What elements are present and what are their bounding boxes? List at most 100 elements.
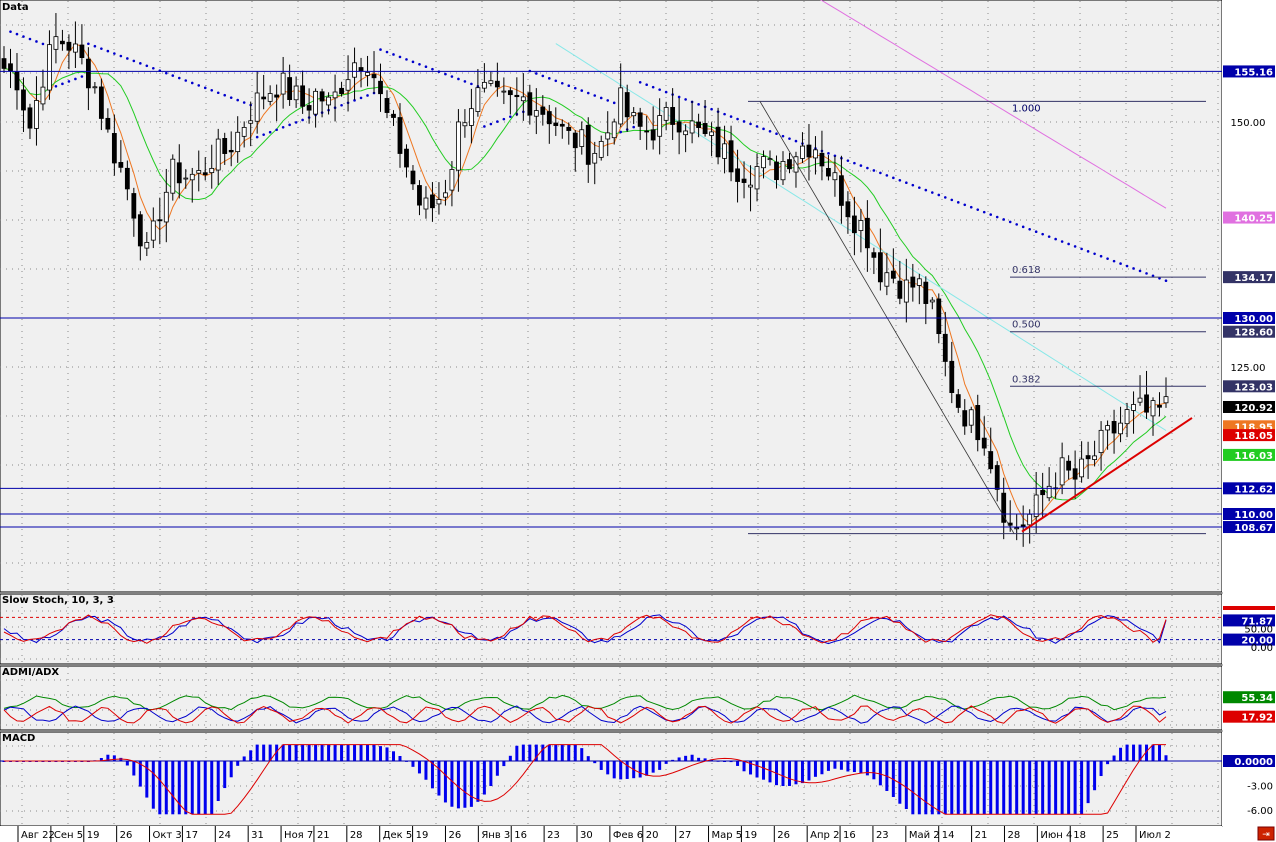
sar-dot	[489, 122, 493, 126]
candle-body	[391, 113, 396, 118]
macd-bar	[976, 761, 980, 815]
sar-dot	[340, 103, 343, 107]
candle-body	[326, 96, 331, 106]
candle-body	[371, 74, 377, 79]
macd-bar	[917, 761, 921, 815]
sar-dot	[385, 50, 389, 54]
candle-body	[650, 129, 656, 141]
exit-button[interactable]: ⇥	[1257, 826, 1275, 841]
macd-bar	[768, 761, 772, 783]
candle-body	[533, 110, 539, 117]
candle-body	[1085, 455, 1091, 460]
candle-body	[1072, 468, 1078, 480]
sar-dot	[366, 94, 369, 97]
candle-body	[254, 92, 260, 122]
sar-dot	[54, 84, 58, 88]
sar-dot	[184, 79, 188, 82]
time-tick-label: 26	[120, 830, 133, 841]
candle-body	[417, 185, 422, 206]
time-tick-label: 26	[777, 830, 790, 841]
candle-body	[137, 214, 143, 247]
candle-body	[975, 405, 981, 441]
macd-bar	[366, 744, 370, 761]
macd-bar	[619, 761, 623, 780]
sar-dot	[651, 85, 655, 89]
price-tick-label: 125.00	[1231, 363, 1266, 374]
sar-dot	[61, 82, 64, 86]
macd-bar	[1132, 744, 1136, 761]
price-badge-label: 120.92	[1234, 403, 1273, 414]
macd-bar	[599, 761, 603, 770]
candle-body	[456, 121, 461, 171]
adx-badge-label: 17.92	[1241, 713, 1273, 724]
macd-bar	[813, 761, 817, 777]
sar-dot	[846, 159, 850, 162]
sar-dot	[359, 96, 363, 100]
candle-body	[728, 140, 734, 173]
sar-dot	[619, 130, 623, 134]
sar-dot	[723, 112, 726, 116]
sar-dot	[288, 123, 291, 127]
fib-level-label: 0.382	[1012, 374, 1041, 385]
candle-body	[813, 149, 818, 159]
sar-dot	[943, 196, 947, 199]
macd-bar	[437, 761, 441, 796]
sar-dot	[755, 125, 759, 128]
candle-body	[475, 87, 481, 112]
candle-body	[942, 333, 948, 362]
macd-bar	[236, 761, 240, 766]
sar-dot	[995, 215, 999, 219]
sar-dot	[1041, 232, 1044, 236]
macd-bar	[151, 761, 155, 809]
candle-body	[319, 91, 325, 102]
candle-body	[962, 410, 968, 427]
macd-bar	[281, 744, 285, 761]
candle-body	[53, 36, 59, 50]
sar-dot	[554, 79, 558, 83]
candle-body	[488, 80, 494, 84]
sar-dot	[457, 77, 460, 81]
time-tick-label: 17	[185, 830, 198, 841]
candle-body	[994, 465, 1000, 490]
candle-body	[228, 149, 234, 153]
stochastic-axis: 71.8720.0050.000.00	[1222, 594, 1276, 664]
macd-bar	[872, 761, 876, 780]
sar-dot	[892, 176, 895, 180]
candle-body	[592, 152, 598, 164]
sar-dot	[444, 72, 447, 76]
candle-body	[540, 106, 546, 115]
candle-body	[631, 112, 637, 117]
sar-dot	[450, 75, 454, 78]
sar-dot	[736, 117, 739, 121]
candle-body	[845, 201, 851, 218]
candle-body	[404, 148, 409, 168]
sar-dot	[976, 208, 980, 211]
sar-dot	[106, 49, 110, 53]
candle-body	[1040, 490, 1046, 496]
sar-dot	[1060, 240, 1064, 243]
macd-bar	[515, 745, 519, 761]
time-tick-label: 28	[350, 830, 363, 841]
sar-dot	[268, 130, 272, 134]
candle-body	[754, 166, 760, 190]
sar-dot	[502, 117, 506, 121]
sar-dot	[742, 120, 746, 123]
sar-dot	[35, 40, 38, 43]
macd-bar	[482, 761, 486, 795]
candle-body	[332, 91, 338, 99]
macd-bar	[391, 751, 395, 761]
candle-body	[209, 167, 215, 174]
sar-dot	[210, 88, 214, 92]
candle-body	[280, 72, 286, 95]
macd-bar	[353, 744, 357, 761]
sar-dot	[1112, 259, 1116, 263]
macd-bar	[554, 744, 558, 761]
candle-body	[1014, 527, 1020, 530]
sar-dot	[126, 57, 129, 60]
macd-bar	[456, 761, 460, 809]
sar-dot	[1093, 252, 1096, 256]
macd-bar	[1125, 744, 1129, 761]
stochastic-plot-area	[0, 593, 1223, 665]
candle-body	[494, 80, 500, 88]
sar-dot	[593, 94, 597, 97]
